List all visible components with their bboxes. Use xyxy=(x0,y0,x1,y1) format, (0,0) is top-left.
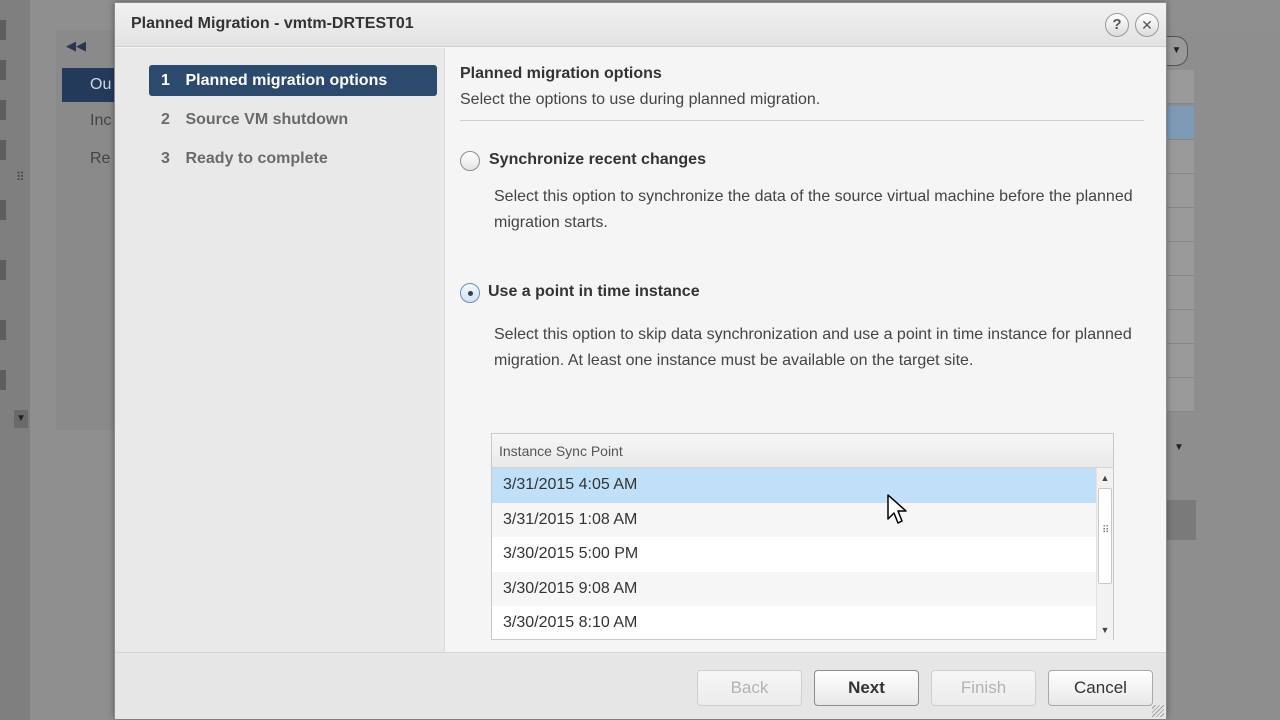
background-right-row xyxy=(1166,310,1194,344)
step-number: 1 xyxy=(161,72,170,89)
help-icon[interactable]: ? xyxy=(1105,13,1129,37)
mouse-cursor-icon xyxy=(887,494,907,524)
instance-sync-point-table: Instance Sync Point 3/31/2015 4:05 AM 3/… xyxy=(491,433,1114,640)
background-right-row xyxy=(1166,242,1194,276)
option-label[interactable]: Use a point in time instance xyxy=(488,283,700,301)
background-left-strip: ▼ xyxy=(0,0,30,720)
background-scroll-down-icon[interactable]: ▼ xyxy=(14,410,28,428)
background-strip-tick xyxy=(0,140,6,160)
background-chevron-down-icon[interactable]: ▼ xyxy=(1174,442,1184,453)
dialog-footer: Back Next Finish Cancel xyxy=(115,652,1166,719)
background-nav-item[interactable]: Ou xyxy=(62,68,118,102)
option-description: Select this option to synchronize the da… xyxy=(494,188,1133,231)
step-number: 3 xyxy=(161,150,170,167)
resize-grip-icon[interactable] xyxy=(1152,705,1164,717)
table-row[interactable]: 3/30/2015 9:08 AM xyxy=(492,571,1096,607)
back-button[interactable]: Back xyxy=(697,670,802,706)
background-right-row xyxy=(1166,174,1194,208)
cancel-button[interactable]: Cancel xyxy=(1048,670,1153,706)
background-strip-tick xyxy=(0,20,6,40)
background-strip-tick xyxy=(0,260,6,280)
divider xyxy=(460,120,1144,121)
background-nav-item[interactable]: Re xyxy=(62,142,118,176)
step-label: Ready to complete xyxy=(185,150,328,167)
scrollbar-thumb[interactable]: ⠿ xyxy=(1098,488,1112,584)
radio-synchronize-recent-changes[interactable] xyxy=(460,151,480,171)
close-icon[interactable]: ✕ xyxy=(1135,13,1159,37)
planned-migration-dialog: Planned Migration - vmtm-DRTEST01 ? ✕ 1 … xyxy=(114,2,1167,719)
table-row[interactable]: 3/31/2015 1:08 AM xyxy=(492,502,1096,538)
background-right-row xyxy=(1166,276,1194,310)
step-number: 2 xyxy=(161,111,170,128)
option-description: Select this option to skip data synchron… xyxy=(494,326,1132,369)
finish-button[interactable]: Finish xyxy=(931,670,1036,706)
option-label[interactable]: Synchronize recent changes xyxy=(489,151,706,169)
table-row[interactable]: 3/31/2015 4:05 AM xyxy=(492,468,1096,503)
dialog-titlebar[interactable]: Planned Migration - vmtm-DRTEST01 ? ✕ xyxy=(115,3,1166,47)
background-right-block xyxy=(1166,500,1196,540)
background-right-row xyxy=(1166,208,1194,242)
scroll-down-icon[interactable]: ▼ xyxy=(1097,620,1113,640)
wizard-step-ready-to-complete[interactable]: 3 Ready to complete xyxy=(149,143,437,174)
background-right-row xyxy=(1166,140,1194,174)
page-subtitle: Select the options to use during planned… xyxy=(460,91,821,108)
scrollbar-grip-icon: ⠿ xyxy=(1102,525,1110,536)
background-right-row xyxy=(1166,344,1194,378)
background-grip-icon[interactable]: ⠿ xyxy=(16,170,25,184)
wizard-step-source-vm-shutdown[interactable]: 2 Source VM shutdown xyxy=(149,104,437,135)
instance-rows: 3/31/2015 4:05 AM 3/31/2015 1:08 AM 3/30… xyxy=(492,468,1096,640)
background-strip-tick xyxy=(0,100,6,120)
background-strip-tick xyxy=(0,200,6,220)
wizard-steps: 1 Planned migration options 2 Source VM … xyxy=(115,48,445,652)
background-nav-item[interactable]: Inc xyxy=(62,104,118,138)
background-strip-tick xyxy=(0,60,6,80)
background-strip-tick xyxy=(0,370,6,390)
wizard-step-planned-migration-options[interactable]: 1 Planned migration options xyxy=(149,65,437,96)
background-right-row xyxy=(1166,378,1194,412)
next-button[interactable]: Next xyxy=(814,670,919,706)
radio-use-point-in-time-instance[interactable] xyxy=(460,283,480,303)
page-title: Planned migration options xyxy=(460,65,662,82)
background-strip-tick xyxy=(0,320,6,340)
step-label: Planned migration options xyxy=(185,72,388,89)
background-right-row xyxy=(1166,70,1194,104)
table-row[interactable]: 3/30/2015 5:00 PM xyxy=(492,537,1096,572)
column-header-instance-sync-point[interactable]: Instance Sync Point xyxy=(492,434,1113,468)
background-dropdown-chevron-icon[interactable]: ▼ xyxy=(1166,36,1188,66)
scroll-up-icon[interactable]: ▲ xyxy=(1097,468,1113,488)
background-right-row xyxy=(1166,106,1194,140)
collapse-panel-icon[interactable]: ◀◀ xyxy=(66,38,86,54)
step-label: Source VM shutdown xyxy=(185,111,349,128)
dialog-title: Planned Migration - vmtm-DRTEST01 xyxy=(131,15,414,32)
table-row[interactable]: 3/30/2015 8:10 AM xyxy=(492,606,1096,640)
table-scrollbar[interactable]: ▲ ⠿ ▼ xyxy=(1096,468,1113,640)
